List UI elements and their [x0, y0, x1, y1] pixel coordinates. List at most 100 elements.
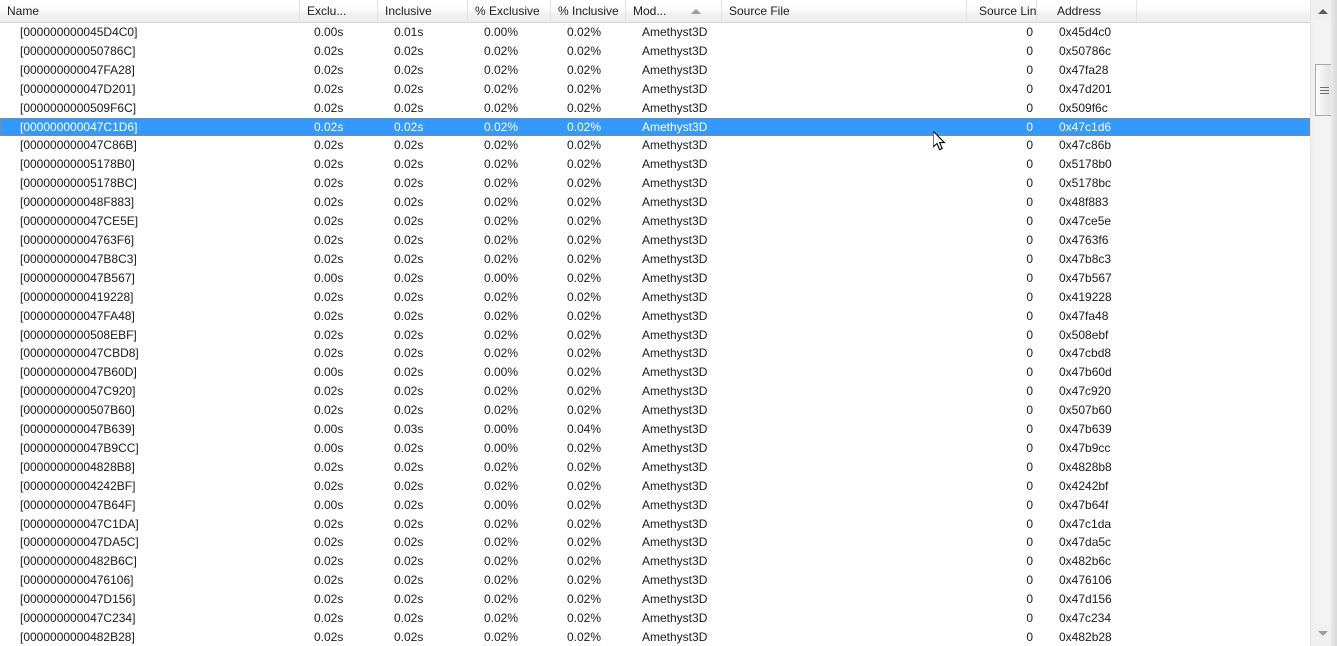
table-row[interactable]: [0000000000476106] 0.02s 0.02s 0.02% 0.02% Am…	[0, 571, 1310, 590]
column-header-percent-inclusive[interactable]: % Inclusive	[551, 0, 626, 23]
cell-inclusive: 0.02s	[394, 497, 424, 512]
table-row[interactable]: [000000000045D4C0] 0.00s 0.01s 0.00% 0.02% Am…	[0, 23, 1310, 42]
table-row[interactable]: [0000000000508EBF] 0.02s 0.02s 0.02% 0.02% Am…	[0, 326, 1310, 345]
vertical-scrollbar[interactable]	[1310, 0, 1337, 646]
column-header-percent-exclusive[interactable]: % Exclusive	[468, 0, 551, 23]
table-row[interactable]: [00000000004242BF] 0.02s 0.02s 0.02% 0.02% Am…	[0, 477, 1310, 496]
cell-inclusive: 0.02s	[394, 554, 424, 569]
cell-address: 0x482b6c	[1059, 554, 1112, 569]
cell-name: [000000000047B9CC]	[20, 440, 139, 455]
column-header-source-line[interactable]: Source Line	[967, 0, 1037, 23]
column-header-inclusive[interactable]: Inclusive	[378, 0, 468, 23]
cell-exclusive: 0.02s	[314, 214, 344, 229]
table-row[interactable]: [000000000047CE5E] 0.02s 0.02s 0.02% 0.02% Am…	[0, 212, 1310, 231]
table-row[interactable]: [000000000047DA5C] 0.02s 0.02s 0.02% 0.02% Am…	[0, 533, 1310, 552]
cell-pexclusive: 0.02%	[484, 100, 519, 115]
cell-module: Amethyst3D	[642, 62, 708, 77]
table-row[interactable]: [0000000000507B60] 0.02s 0.02s 0.02% 0.02% Am…	[0, 401, 1310, 420]
cell-sourceline: 0	[1026, 592, 1033, 607]
cell-sourceline: 0	[1026, 611, 1033, 626]
cell-sourceline: 0	[1026, 440, 1033, 455]
table-row[interactable]: [000000000050786C] 0.02s 0.02s 0.02% 0.02% Am…	[0, 42, 1310, 61]
cell-module: Amethyst3D	[642, 308, 708, 323]
column-header-name[interactable]: Name	[0, 0, 300, 23]
cell-pinclusive: 0.02%	[567, 535, 602, 550]
cell-inclusive: 0.02s	[394, 516, 424, 531]
table-row[interactable]: [00000000004763F6] 0.02s 0.02s 0.02% 0.02% Am…	[0, 231, 1310, 250]
cell-address: 0x4763f6	[1059, 232, 1109, 247]
table-row[interactable]: [0000000000509F6C] 0.02s 0.02s 0.02% 0.02% Am…	[0, 99, 1310, 118]
cell-name: [0000000000476106]	[20, 573, 134, 588]
cell-pexclusive: 0.02%	[484, 43, 519, 58]
table-row[interactable]: [000000000047D201] 0.02s 0.02s 0.02% 0.02% Am…	[0, 80, 1310, 99]
table-row[interactable]: [00000000005178BC] 0.02s 0.02s 0.02% 0.02% Am…	[0, 174, 1310, 193]
column-header-source-file[interactable]: Source File	[722, 0, 967, 23]
cell-pinclusive: 0.02%	[567, 573, 602, 588]
cell-inclusive: 0.02s	[394, 119, 424, 134]
cell-sourceline: 0	[1026, 554, 1033, 569]
column-header-module[interactable]: Mod...	[626, 0, 722, 23]
table-row[interactable]: [000000000047D156] 0.02s 0.02s 0.02% 0.02% Am…	[0, 590, 1310, 609]
cell-inclusive: 0.02s	[394, 384, 424, 399]
table-row[interactable]: [000000000047B8C3] 0.02s 0.02s 0.02% 0.02% Am…	[0, 250, 1310, 269]
cell-name: [000000000047C234]	[20, 611, 136, 626]
table-row[interactable]: [000000000047FA28] 0.02s 0.02s 0.02% 0.02% Am…	[0, 61, 1310, 80]
cell-module: Amethyst3D	[642, 232, 708, 247]
cell-exclusive: 0.02s	[314, 308, 344, 323]
cell-exclusive: 0.02s	[314, 81, 344, 96]
table-row[interactable]: [000000000047B64F] 0.00s 0.02s 0.00% 0.02% Am…	[0, 496, 1310, 515]
cell-module: Amethyst3D	[642, 176, 708, 191]
cell-exclusive: 0.02s	[314, 43, 344, 58]
table-row[interactable]: [00000000004828B8] 0.02s 0.02s 0.02% 0.02% Am…	[0, 458, 1310, 477]
table-row[interactable]: [000000000047C920] 0.02s 0.02s 0.02% 0.02% Am…	[0, 382, 1310, 401]
scrollbar-thumb[interactable]	[1315, 64, 1334, 116]
cell-module: Amethyst3D	[642, 573, 708, 588]
scrollbar-track[interactable]	[1313, 20, 1334, 624]
cell-address: 0x48f883	[1059, 195, 1109, 210]
function-list-rows[interactable]: [000000000045D4C0] 0.00s 0.01s 0.00% 0.02% Am…	[0, 23, 1310, 646]
cell-exclusive: 0.02s	[314, 592, 344, 607]
table-row[interactable]: [000000000047FA48] 0.02s 0.02s 0.02% 0.02% Am…	[0, 307, 1310, 326]
column-header-exclusive[interactable]: Exclu...	[300, 0, 378, 23]
cell-inclusive: 0.02s	[394, 81, 424, 96]
table-row[interactable]: [000000000047CBD8] 0.02s 0.02s 0.02% 0.02% Am…	[0, 344, 1310, 363]
scroll-up-button[interactable]	[1313, 2, 1332, 20]
cell-pexclusive: 0.02%	[484, 573, 519, 588]
function-list-view[interactable]: Name Exclu... Inclusive % Exclusive % In…	[0, 0, 1310, 646]
table-row[interactable]: [000000000047C1D6] 0.02s 0.02s 0.02% 0.02% Am…	[0, 117, 1310, 137]
cell-address: 0x47ce5e	[1059, 214, 1112, 229]
cell-sourceline: 0	[1026, 516, 1033, 531]
table-row[interactable]: [0000000000482B6C] 0.02s 0.02s 0.02% 0.02% Am…	[0, 552, 1310, 571]
table-row[interactable]: [000000000047B567] 0.00s 0.02s 0.00% 0.02% Am…	[0, 269, 1310, 288]
table-row[interactable]: [000000000047C1DA] 0.02s 0.02s 0.02% 0.02% Am…	[0, 515, 1310, 534]
cell-name: [000000000050786C]	[20, 43, 136, 58]
cell-sourceline: 0	[1026, 346, 1033, 361]
cell-name: [000000000047D156]	[20, 592, 136, 607]
cell-exclusive: 0.00s	[314, 497, 344, 512]
cell-sourceline: 0	[1026, 157, 1033, 172]
table-row[interactable]: [000000000047C234] 0.02s 0.02s 0.02% 0.02% Am…	[0, 609, 1310, 628]
table-row[interactable]: [0000000000482B28] 0.02s 0.02s 0.02% 0.02% Am…	[0, 628, 1310, 646]
table-row[interactable]: [000000000047B639] 0.00s 0.03s 0.00% 0.04% Am…	[0, 420, 1310, 439]
table-row[interactable]: [000000000047B9CC] 0.00s 0.02s 0.00% 0.02% Am…	[0, 439, 1310, 458]
cell-pexclusive: 0.02%	[484, 630, 519, 644]
cell-exclusive: 0.00s	[314, 365, 344, 380]
column-header-address[interactable]: Address	[1037, 0, 1137, 23]
cell-name: [000000000047C1D6]	[20, 119, 138, 134]
cell-address: 0x47fa48	[1059, 308, 1109, 323]
table-row[interactable]: [000000000048F883] 0.02s 0.02s 0.02% 0.02% Am…	[0, 193, 1310, 212]
cell-address: 0x47fa28	[1059, 62, 1109, 77]
cell-inclusive: 0.02s	[394, 611, 424, 626]
table-row[interactable]: [00000000005178B0] 0.02s 0.02s 0.02% 0.02% Am…	[0, 155, 1310, 174]
table-row[interactable]: [0000000000419228] 0.02s 0.02s 0.02% 0.02% Am…	[0, 288, 1310, 307]
cell-address: 0x47b64f	[1059, 497, 1109, 512]
table-row[interactable]: [000000000047C86B] 0.02s 0.02s 0.02% 0.02% Am…	[0, 136, 1310, 155]
cell-sourcefile	[722, 401, 967, 420]
cell-pexclusive: 0.02%	[484, 327, 519, 342]
cell-pinclusive: 0.02%	[567, 592, 602, 607]
cell-module: Amethyst3D	[642, 554, 708, 569]
cell-module: Amethyst3D	[642, 592, 708, 607]
cell-inclusive: 0.02s	[394, 289, 424, 304]
scroll-down-button[interactable]	[1313, 624, 1332, 642]
table-row[interactable]: [000000000047B60D] 0.00s 0.02s 0.00% 0.02% Am…	[0, 363, 1310, 382]
